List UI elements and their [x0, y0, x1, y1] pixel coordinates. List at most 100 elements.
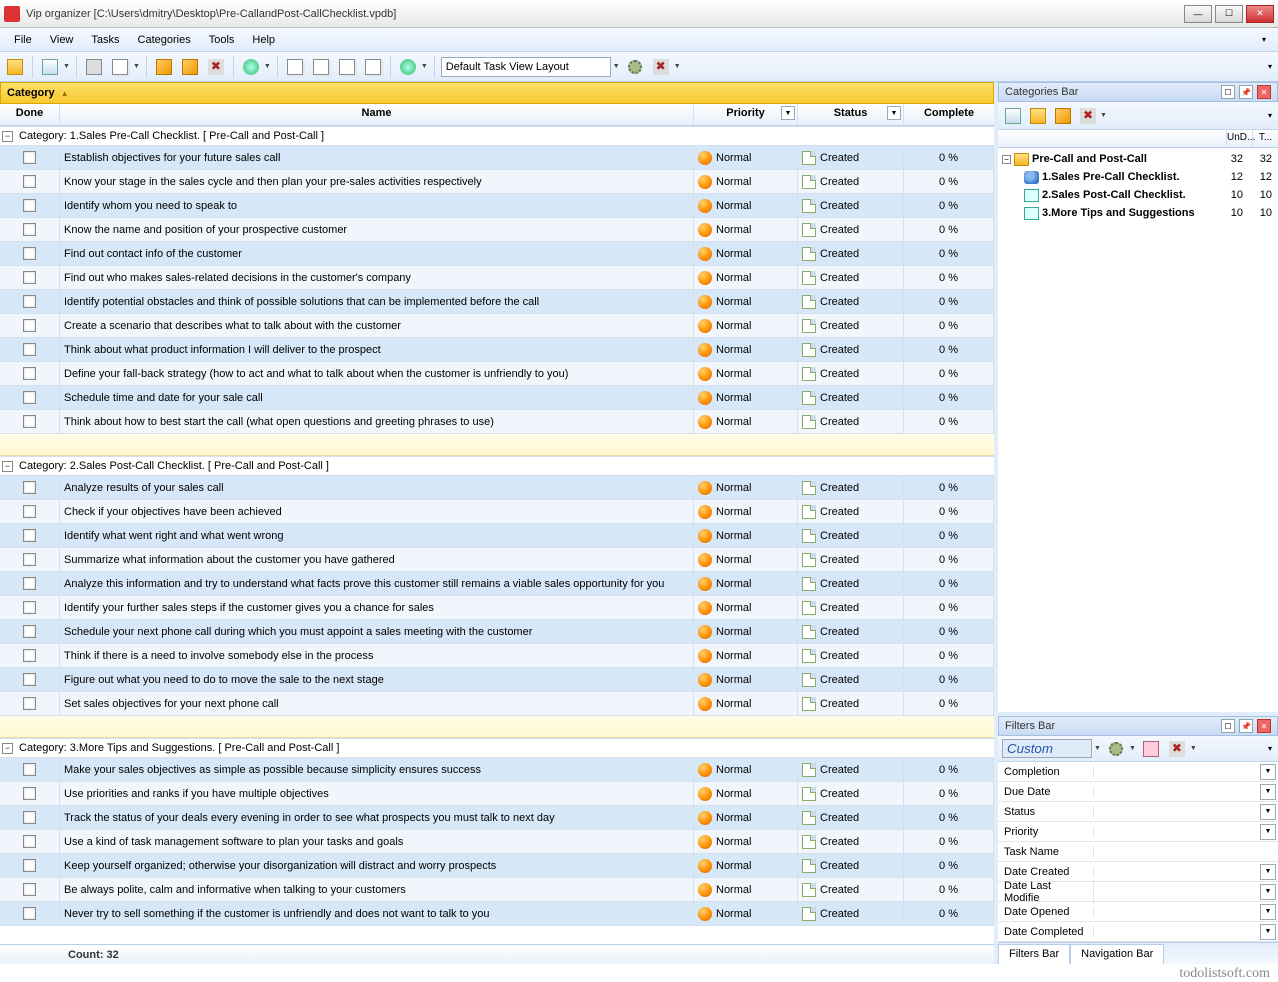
task-row[interactable]: Create a scenario that describes what to…: [0, 314, 994, 338]
checkbox[interactable]: [23, 697, 36, 710]
filters-close-icon[interactable]: ✕: [1257, 719, 1271, 733]
layout-dropdown[interactable]: ▼: [613, 63, 620, 70]
print-button[interactable]: [83, 56, 105, 78]
task-row[interactable]: Schedule time and date for your sale cal…: [0, 386, 994, 410]
done-cell[interactable]: [0, 476, 60, 499]
filter-dropdown-icon[interactable]: ▼: [1260, 824, 1276, 840]
categories-restore-icon[interactable]: ☐: [1221, 85, 1235, 99]
new-db-button[interactable]: [4, 56, 26, 78]
maximize-button[interactable]: ☐: [1215, 5, 1243, 23]
col-status[interactable]: Status▼: [798, 104, 904, 125]
checkbox[interactable]: [23, 415, 36, 428]
checkbox[interactable]: [23, 199, 36, 212]
collapse-icon[interactable]: −: [2, 131, 13, 142]
filter-row[interactable]: Completion▼: [998, 762, 1278, 782]
checkbox[interactable]: [23, 763, 36, 776]
checkbox[interactable]: [23, 271, 36, 284]
checkbox[interactable]: [23, 787, 36, 800]
checkbox[interactable]: [23, 601, 36, 614]
task-row[interactable]: Find out who makes sales-related decisio…: [0, 266, 994, 290]
task-row[interactable]: Know your stage in the sales cycle and t…: [0, 170, 994, 194]
layout-save-button[interactable]: [624, 56, 646, 78]
done-cell[interactable]: [0, 782, 60, 805]
col-priority[interactable]: Priority▼: [694, 104, 798, 125]
done-cell[interactable]: [0, 170, 60, 193]
task-row[interactable]: Never try to sell something if the custo…: [0, 902, 994, 926]
edit2-button[interactable]: [179, 56, 201, 78]
done-cell[interactable]: [0, 806, 60, 829]
filters-preset-combo[interactable]: [1002, 739, 1092, 758]
checkbox[interactable]: [23, 883, 36, 896]
done-cell[interactable]: [0, 410, 60, 433]
refresh-dropdown[interactable]: ▼: [421, 63, 428, 70]
filters-preset-dropdown[interactable]: ▼: [1094, 745, 1101, 752]
done-cell[interactable]: [0, 548, 60, 571]
new-item-dropdown[interactable]: ▼: [63, 63, 70, 70]
menu-file[interactable]: File: [6, 31, 40, 49]
filter-row[interactable]: Date Last Modifie▼: [998, 882, 1278, 902]
filters-apply-button[interactable]: [1105, 738, 1127, 760]
layout-combo[interactable]: [441, 57, 611, 77]
toolbar-overflow[interactable]: ▾: [1266, 60, 1274, 73]
filter-dropdown-icon[interactable]: ▼: [1260, 884, 1276, 900]
done-cell[interactable]: [0, 692, 60, 715]
tree-item[interactable]: 1.Sales Pre-Call Checklist.1212: [1000, 168, 1276, 186]
col-done[interactable]: Done: [0, 104, 60, 125]
filter-row[interactable]: Date Opened▼: [998, 902, 1278, 922]
filter-row[interactable]: Priority▼: [998, 822, 1278, 842]
layout-del-dropdown[interactable]: ▼: [674, 63, 681, 70]
task-row[interactable]: Check if your objectives have been achie…: [0, 500, 994, 524]
menu-overflow[interactable]: ▾: [1256, 33, 1272, 46]
filters-clear-button[interactable]: [1140, 738, 1162, 760]
filter-row[interactable]: Status▼: [998, 802, 1278, 822]
checkbox[interactable]: [23, 247, 36, 260]
checkbox[interactable]: [23, 505, 36, 518]
done-cell[interactable]: [0, 290, 60, 313]
tab-filters-bar[interactable]: Filters Bar: [998, 944, 1070, 964]
filters-toolbar-overflow[interactable]: ▾: [1266, 742, 1274, 755]
tab-navigation-bar[interactable]: Navigation Bar: [1070, 944, 1164, 964]
done-cell[interactable]: [0, 314, 60, 337]
checkbox[interactable]: [23, 343, 36, 356]
done-cell[interactable]: [0, 524, 60, 547]
done-cell[interactable]: [0, 386, 60, 409]
task-row[interactable]: Schedule your next phone call during whi…: [0, 620, 994, 644]
done-cell[interactable]: [0, 668, 60, 691]
checkbox[interactable]: [23, 367, 36, 380]
col-complete[interactable]: Complete: [904, 104, 994, 125]
cat-add-button[interactable]: [1027, 105, 1049, 127]
checkbox[interactable]: [23, 859, 36, 872]
filter-dropdown-icon[interactable]: ▼: [1260, 864, 1276, 880]
checkbox[interactable]: [23, 673, 36, 686]
task-row[interactable]: Define your fall-back strategy (how to a…: [0, 362, 994, 386]
done-cell[interactable]: [0, 242, 60, 265]
task-row[interactable]: Identify whom you need to speak toNormal…: [0, 194, 994, 218]
nav-next-button[interactable]: [336, 56, 358, 78]
menu-help[interactable]: Help: [244, 31, 283, 49]
task-row[interactable]: Analyze this information and try to unde…: [0, 572, 994, 596]
col-name[interactable]: Name: [60, 104, 694, 125]
task-row[interactable]: Identify your further sales steps if the…: [0, 596, 994, 620]
group-by-header[interactable]: Category ▲: [0, 82, 994, 104]
status-filter-icon[interactable]: ▼: [887, 106, 901, 120]
layout-del-button[interactable]: ✖: [650, 56, 672, 78]
cat-new-button[interactable]: [1002, 105, 1024, 127]
filter-row[interactable]: Due Date▼: [998, 782, 1278, 802]
filter-dropdown-icon[interactable]: ▼: [1260, 904, 1276, 920]
done-cell[interactable]: [0, 218, 60, 241]
task-row[interactable]: Figure out what you need to do to move t…: [0, 668, 994, 692]
tag-dropdown[interactable]: ▼: [264, 63, 271, 70]
menu-view[interactable]: View: [42, 31, 82, 49]
done-cell[interactable]: [0, 902, 60, 925]
filter-dropdown-icon[interactable]: ▼: [1260, 924, 1276, 940]
filter-row[interactable]: Task Name: [998, 842, 1278, 862]
print-dropdown[interactable]: ▼: [133, 63, 140, 70]
collapse-icon[interactable]: −: [2, 461, 13, 472]
nav-first-button[interactable]: [284, 56, 306, 78]
filter-dropdown-icon[interactable]: ▼: [1260, 804, 1276, 820]
task-row[interactable]: Think about how to best start the call (…: [0, 410, 994, 434]
categories-pin-icon[interactable]: 📌: [1239, 85, 1253, 99]
done-cell[interactable]: [0, 194, 60, 217]
done-cell[interactable]: [0, 146, 60, 169]
checkbox[interactable]: [23, 907, 36, 920]
